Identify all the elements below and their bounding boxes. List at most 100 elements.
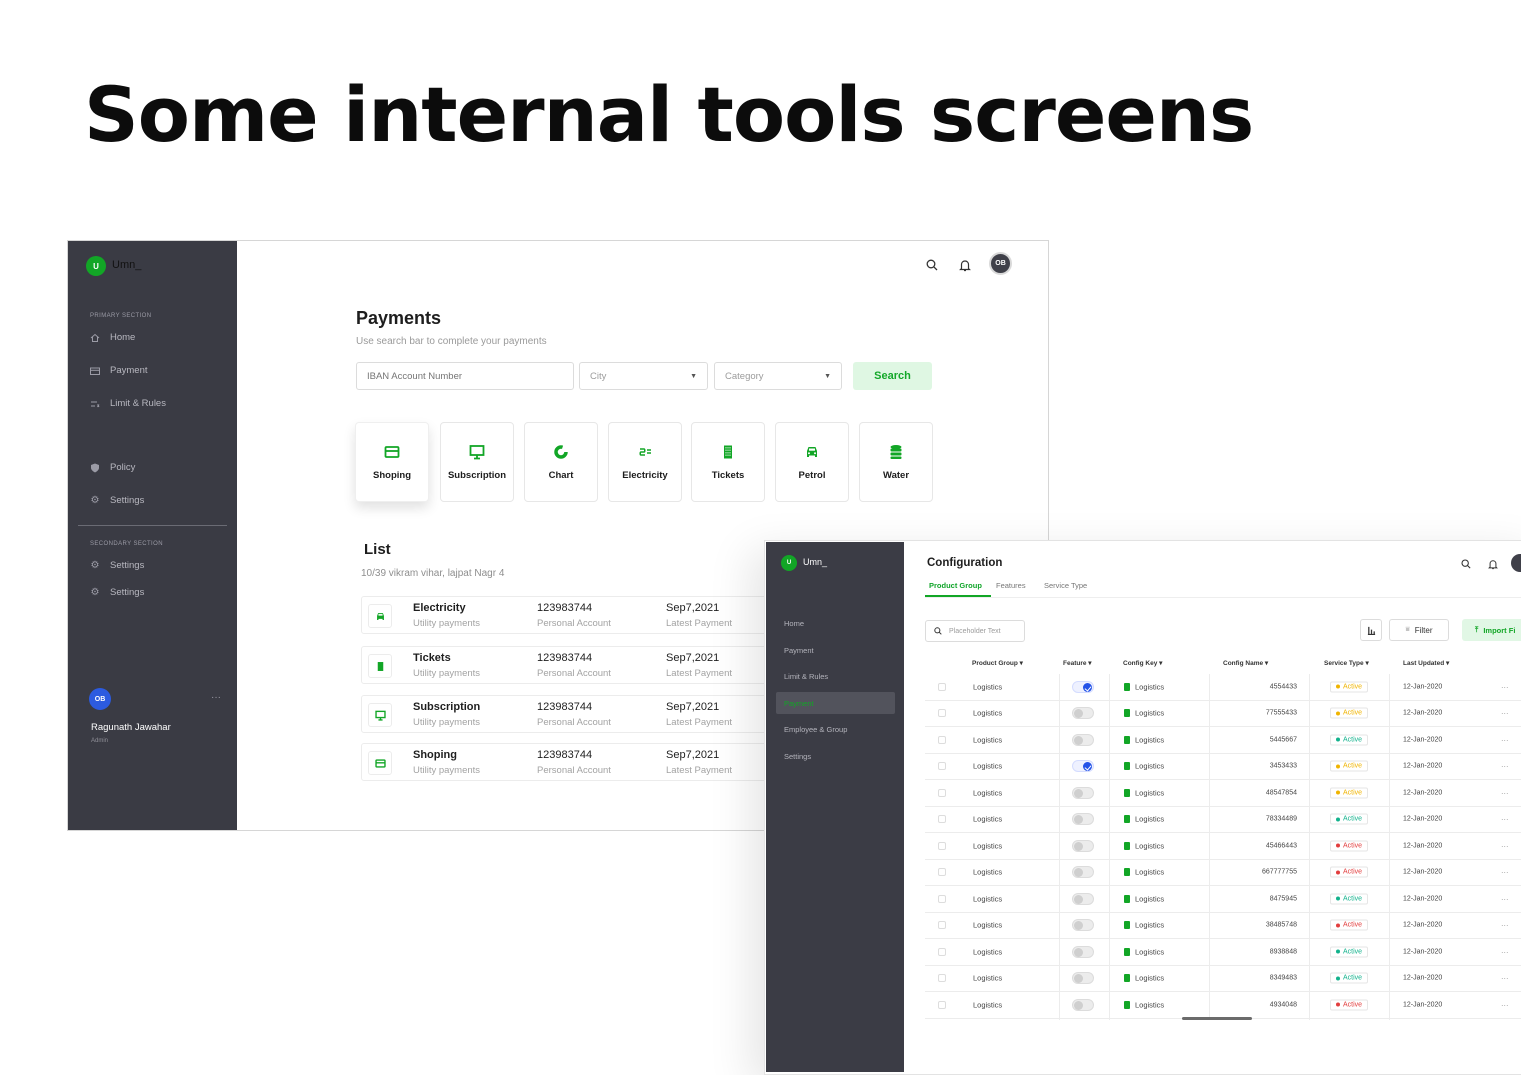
row-more-icon[interactable]: ··· [1501, 974, 1509, 983]
sidebar-item-policy[interactable]: Policy [90, 462, 135, 473]
table-row[interactable]: Logistics Logistics 77555433 Active 12-Jan-2… [925, 701, 1521, 727]
list-item[interactable]: Subscription Utility payments 123983744 … [361, 695, 781, 733]
row-more-icon[interactable]: ··· [1501, 815, 1509, 824]
column-header-config-name[interactable]: Config Name ▾ [1223, 659, 1268, 667]
search-icon[interactable] [1458, 556, 1474, 572]
category-select[interactable]: Category ▼ [714, 362, 842, 390]
row-more-icon[interactable]: ··· [1501, 868, 1509, 877]
iban-input[interactable] [356, 362, 574, 390]
table-row[interactable]: Logistics Logistics 45466443 Active 12-Jan-2… [925, 833, 1521, 860]
row-more-icon[interactable]: ··· [1501, 921, 1509, 930]
row-checkbox[interactable] [938, 921, 946, 930]
search-button[interactable]: Search [853, 362, 932, 390]
row-more-icon[interactable]: ··· [1501, 841, 1509, 850]
category-card-chart[interactable]: Chart [524, 422, 598, 502]
filter-button[interactable]: ⩸ Filter [1389, 619, 1449, 641]
sidebar-item-settings[interactable]: ⚙ Settings [90, 495, 145, 506]
tab-product-group[interactable]: Product Group [929, 581, 982, 590]
feature-toggle[interactable] [1072, 866, 1094, 879]
row-checkbox[interactable] [938, 974, 946, 983]
column-header-service-type[interactable]: Service Type ▾ [1324, 659, 1369, 667]
sidebar-item-settings-3[interactable]: ⚙ Settings [90, 587, 145, 598]
column-header-config-key[interactable]: Config Key ▾ [1123, 659, 1162, 667]
sidebar-item-employee-group[interactable]: Employee & Group [784, 725, 847, 734]
row-checkbox[interactable] [938, 947, 946, 956]
sidebar-item-payment[interactable]: Payment [784, 646, 814, 655]
feature-toggle[interactable] [1072, 786, 1094, 799]
city-select[interactable]: City ▼ [579, 362, 708, 390]
row-checkbox[interactable] [938, 815, 946, 824]
header-avatar[interactable] [1511, 554, 1521, 572]
row-checkbox[interactable] [938, 762, 946, 771]
row-checkbox[interactable] [938, 682, 946, 691]
feature-toggle[interactable] [1072, 945, 1094, 958]
category-card-shoping[interactable]: Shoping [355, 422, 429, 502]
row-more-icon[interactable]: ··· [1501, 947, 1509, 956]
row-more-icon[interactable]: ··· [1501, 894, 1509, 903]
feature-toggle[interactable] [1072, 707, 1094, 720]
table-row[interactable]: Logistics Logistics 8349483 Active 12-Jan-20… [925, 966, 1521, 992]
feature-toggle[interactable] [1072, 760, 1094, 773]
feature-toggle[interactable] [1072, 813, 1094, 826]
user-avatar[interactable]: OB [89, 688, 111, 710]
sidebar-item-limit-rules[interactable]: Limit & Rules [784, 672, 828, 681]
table-row[interactable]: Logistics Logistics 4554433 Active 12-Jan-20… [925, 674, 1521, 701]
header-avatar[interactable]: OB [989, 252, 1012, 275]
feature-toggle[interactable] [1072, 680, 1094, 693]
column-header-feature[interactable]: Feature ▾ [1063, 659, 1092, 667]
row-checkbox[interactable] [938, 1000, 946, 1009]
sidebar-item-home[interactable]: Home [90, 332, 135, 343]
table-row[interactable]: Logistics Logistics 48547854 Active 12-Jan-2… [925, 780, 1521, 807]
table-row[interactable]: Logistics Logistics 667777755 Active 12-Jan-… [925, 860, 1521, 886]
bell-icon[interactable] [957, 257, 973, 273]
sidebar-item-home[interactable]: Home [784, 619, 804, 628]
row-checkbox[interactable] [938, 894, 946, 903]
table-row[interactable]: Logistics Logistics 8475945 Active 12-Jan-20… [925, 886, 1521, 913]
category-card-tickets[interactable]: Tickets [691, 422, 765, 502]
bell-icon[interactable] [1485, 556, 1501, 572]
column-header-product-group[interactable]: Product Group ▾ [972, 659, 1023, 667]
search-icon[interactable] [924, 257, 940, 273]
category-card-electricity[interactable]: Electricity [608, 422, 682, 502]
list-item[interactable]: Electricity Utility payments 123983744 P… [361, 596, 781, 634]
table-row[interactable]: Logistics Logistics 4934048 Active 12-Jan-20… [925, 992, 1521, 1019]
row-checkbox[interactable] [938, 709, 946, 718]
row-more-icon[interactable]: ··· [1501, 788, 1509, 797]
table-row[interactable]: Logistics Logistics 78334489 Active 12-Jan-2… [925, 807, 1521, 833]
category-card-petrol[interactable]: Petrol [775, 422, 849, 502]
row-more-icon[interactable]: ··· [1501, 709, 1509, 718]
row-more-icon[interactable]: ··· [1501, 682, 1509, 691]
row-checkbox[interactable] [938, 735, 946, 744]
sidebar-item-payment-active[interactable]: Payment [784, 699, 814, 708]
category-card-subscription[interactable]: Subscription [440, 422, 514, 502]
feature-toggle[interactable] [1072, 839, 1094, 852]
columns-button[interactable] [1360, 619, 1382, 641]
iban-input-field[interactable] [367, 370, 563, 382]
sidebar-item-limit-rules[interactable]: Limit & Rules [90, 398, 166, 409]
import-button[interactable]: ⤒ Import Fi [1462, 619, 1521, 641]
list-item[interactable]: Shoping Utility payments 123983744 Perso… [361, 743, 781, 781]
list-item[interactable]: Tickets Utility payments 123983744 Perso… [361, 646, 781, 684]
row-checkbox[interactable] [938, 868, 946, 877]
sidebar-item-settings[interactable]: Settings [784, 752, 811, 761]
table-row[interactable]: Logistics Logistics 8938848 Active 12-Jan-20… [925, 939, 1521, 966]
sidebar-item-settings-2[interactable]: ⚙ Settings [90, 560, 145, 571]
row-more-icon[interactable]: ··· [1501, 1000, 1509, 1009]
column-header-last-updated[interactable]: Last Updated ▾ [1403, 659, 1449, 667]
feature-toggle[interactable] [1072, 972, 1094, 985]
feature-toggle[interactable] [1072, 919, 1094, 932]
tab-features[interactable]: Features [996, 581, 1026, 590]
table-row[interactable]: Logistics Logistics 38485748 Active 12-Jan-2… [925, 913, 1521, 939]
user-more-icon[interactable]: ··· [211, 692, 221, 703]
table-row[interactable]: Logistics Logistics 3453433 Active 12-Jan-20… [925, 754, 1521, 780]
row-more-icon[interactable]: ··· [1501, 735, 1509, 744]
scrollbar[interactable] [1182, 1017, 1252, 1020]
tab-service-type[interactable]: Service Type [1044, 581, 1087, 590]
row-checkbox[interactable] [938, 841, 946, 850]
category-card-water[interactable]: Water [859, 422, 933, 502]
search-input[interactable]: Placeholder Text [925, 620, 1025, 642]
row-checkbox[interactable] [938, 788, 946, 797]
row-more-icon[interactable]: ··· [1501, 762, 1509, 771]
feature-toggle[interactable] [1072, 733, 1094, 746]
feature-toggle[interactable] [1072, 892, 1094, 905]
